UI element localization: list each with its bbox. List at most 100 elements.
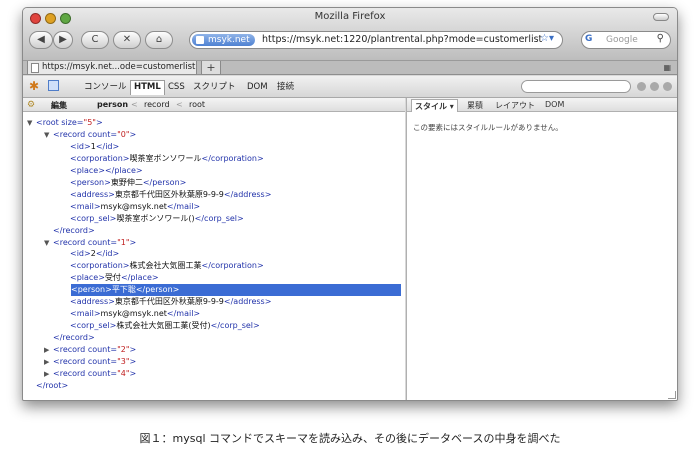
- resize-grip-icon[interactable]: [668, 391, 676, 399]
- tag-name: </corp_sel>: [194, 213, 244, 223]
- stop-button[interactable]: ✕: [113, 31, 141, 49]
- tree-node[interactable]: ▶ <record count="4">: [44, 368, 136, 380]
- tab-list-icon[interactable]: ▦: [663, 63, 671, 72]
- tab-layout[interactable]: レイアウト: [495, 100, 535, 111]
- tab-html[interactable]: HTML: [130, 80, 165, 95]
- site-host: msyk.net: [208, 35, 250, 45]
- tag-name: <person>: [71, 285, 112, 295]
- tag-name: <root: [36, 118, 62, 127]
- search-bar[interactable]: G Google ⚲: [581, 31, 671, 49]
- tag-name: <corporation>: [70, 153, 130, 163]
- edit-button[interactable]: 編集: [51, 100, 67, 111]
- breadcrumb-item-root[interactable]: root: [189, 100, 205, 109]
- tree-node[interactable]: <corp_sel>喫茶室ボンソワール()</corp_sel>: [61, 213, 244, 225]
- tab-dom[interactable]: DOM: [244, 81, 271, 93]
- tree-node[interactable]: </record>: [44, 225, 95, 237]
- tree-node[interactable]: <corp_sel>株式会社大気圏工業(受付)</corp_sel>: [61, 320, 260, 332]
- figure-caption: 図１：mysql コマンドでスキーマを読み込み、その後にデータベースの中身を調べ…: [139, 432, 561, 445]
- browser-tab[interactable]: https://msyk.net...ode=customerlist: [27, 61, 197, 75]
- tree-node[interactable]: <mail>msyk@msyk.net</mail>: [61, 201, 200, 213]
- collapse-arrow-icon[interactable]: ▼: [44, 129, 53, 141]
- firebug-detach-icon[interactable]: [650, 82, 659, 91]
- attr-name: size=: [61, 118, 84, 127]
- tag-name: </corporation>: [201, 153, 264, 163]
- browser-window: Mozilla Firefox ◀ ▶ C ✕ ⌂ msyk.net https…: [22, 7, 678, 401]
- expand-arrow-icon[interactable]: ▶: [44, 356, 53, 368]
- tab-computed[interactable]: 累積: [467, 100, 483, 111]
- tag-name: <record: [53, 129, 88, 139]
- tree-node[interactable]: <id>2</id>: [61, 248, 119, 260]
- tree-node[interactable]: <person>平下聡</person>: [71, 284, 401, 297]
- tag-name: <address>: [70, 297, 115, 307]
- style-panel: この要素にはスタイルルールがありません。: [406, 112, 677, 400]
- tab-css[interactable]: CSS: [165, 81, 188, 93]
- tree-node[interactable]: <address>東京都千代田区外秋葉原9-9-9</address>: [61, 189, 271, 201]
- home-button[interactable]: ⌂: [145, 31, 173, 49]
- back-button[interactable]: ◀: [29, 31, 53, 49]
- tree-node[interactable]: <corporation>喫茶室ボンソワール</corporation>: [61, 153, 264, 165]
- tree-node[interactable]: </root>: [27, 380, 68, 392]
- tree-node[interactable]: </record>: [44, 332, 95, 344]
- collapse-arrow-icon[interactable]: ▼: [27, 117, 36, 129]
- tree-node[interactable]: <place>受付</place>: [61, 272, 159, 284]
- tab-style[interactable]: スタイル ▾: [411, 99, 458, 112]
- inspect-element-icon[interactable]: ⚙: [27, 100, 35, 110]
- inspect-icon[interactable]: [48, 80, 59, 91]
- tag-name: <corp_sel>: [70, 213, 117, 223]
- url-text[interactable]: https://msyk.net:1220/plantrental.php?mo…: [262, 34, 542, 46]
- breadcrumb-item-person[interactable]: person: [97, 100, 128, 109]
- attr-value: "5": [83, 118, 96, 127]
- attr-value: "1": [117, 237, 130, 247]
- no-style-message: この要素にはスタイルルールがありません。: [413, 123, 563, 132]
- firebug-close-icon[interactable]: [663, 82, 672, 91]
- tag-name: </person>: [135, 285, 180, 295]
- reload-button[interactable]: C: [81, 31, 109, 49]
- tab-script[interactable]: スクリプト: [190, 81, 239, 93]
- back-arrow-icon: ◀: [37, 34, 45, 45]
- tree-node[interactable]: <place></place>: [61, 165, 143, 177]
- tree-node[interactable]: ▼ <record count="1">: [44, 237, 136, 249]
- tree-node[interactable]: <corporation>株式会社大気圏工業</corporation>: [61, 260, 264, 272]
- tree-node[interactable]: ▼ <record count="0">: [44, 129, 136, 141]
- reload-icon: C: [91, 34, 99, 45]
- bookmark-star-icon[interactable]: ☆▾: [540, 33, 554, 44]
- tree-node[interactable]: ▼ <root size="5">: [27, 117, 103, 129]
- tree-node[interactable]: ▶ <record count="2">: [44, 344, 136, 356]
- firebug-icon[interactable]: ✱: [29, 79, 39, 93]
- expand-arrow-icon[interactable]: ▶: [44, 344, 53, 356]
- new-tab-button[interactable]: +: [201, 61, 221, 75]
- tree-node[interactable]: ▶ <record count="3">: [44, 356, 136, 368]
- attr-name: count=: [87, 357, 118, 366]
- tree-node[interactable]: <person>東野伸二</person>: [61, 177, 186, 189]
- tag-name: </record>: [53, 333, 95, 343]
- site-identity-button[interactable]: msyk.net: [192, 34, 255, 46]
- attr-name: count=: [87, 345, 118, 355]
- firebug-search-input[interactable]: [521, 80, 631, 93]
- tag-name: </address>: [223, 297, 272, 307]
- collapse-arrow-icon[interactable]: ▼: [44, 237, 53, 249]
- google-icon[interactable]: G: [585, 34, 603, 46]
- html-tree-panel: ▼ <root size="5"> ▼ <record count="0"> <id>1…: [23, 112, 405, 400]
- tree-node[interactable]: <id>1</id>: [61, 141, 119, 153]
- side-panel-tabs: スタイル ▾ 累積 レイアウト DOM: [406, 98, 677, 112]
- tab-label: https://msyk.net...ode=customerlist: [42, 62, 196, 72]
- tag-name: >: [129, 368, 137, 378]
- forward-button[interactable]: ▶: [53, 31, 73, 49]
- attr-value: "2": [117, 345, 130, 355]
- toolbar-toggle-button[interactable]: [653, 13, 669, 21]
- tag-name: >: [129, 357, 137, 366]
- expand-arrow-icon[interactable]: ▶: [44, 368, 53, 380]
- url-bar[interactable]: msyk.net https://msyk.net:1220/plantrent…: [189, 31, 563, 49]
- attr-value: "3": [117, 357, 130, 366]
- firebug-minimize-icon[interactable]: [637, 82, 646, 91]
- attr-name: count=: [87, 237, 118, 247]
- tab-side-dom[interactable]: DOM: [545, 100, 564, 109]
- tree-node[interactable]: <mail>msyk@msyk.net</mail>: [61, 308, 200, 320]
- breadcrumb-item-record[interactable]: record: [144, 100, 170, 109]
- node-text: msyk@msyk.net: [100, 201, 167, 211]
- tree-node[interactable]: <address>東京都千代田区外秋葉原9-9-9</address>: [61, 296, 271, 308]
- tab-net[interactable]: 接続: [274, 81, 297, 93]
- search-input[interactable]: Google: [606, 34, 638, 46]
- tab-console[interactable]: コンソール: [81, 81, 130, 93]
- search-icon[interactable]: ⚲: [657, 33, 664, 44]
